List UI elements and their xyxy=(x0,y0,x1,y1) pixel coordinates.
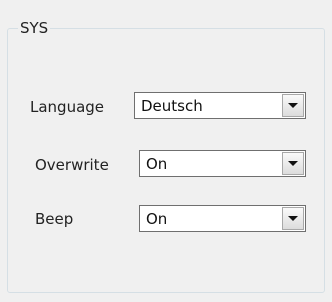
beep-label: Beep xyxy=(35,210,74,228)
beep-dropdown-value: On xyxy=(146,210,168,228)
language-dropdown-value: Deutsch xyxy=(141,97,203,115)
language-label: Language xyxy=(30,98,105,116)
overwrite-label: Overwrite xyxy=(35,156,109,174)
language-dropdown[interactable]: Deutsch xyxy=(134,92,306,119)
beep-dropdown-button[interactable] xyxy=(282,207,304,230)
overwrite-dropdown[interactable]: On xyxy=(139,150,306,177)
chevron-down-icon xyxy=(288,216,298,221)
beep-dropdown[interactable]: On xyxy=(139,205,306,232)
overwrite-dropdown-value: On xyxy=(146,155,168,173)
chevron-down-icon xyxy=(288,103,298,108)
chevron-down-icon xyxy=(288,161,298,166)
language-dropdown-button[interactable] xyxy=(282,94,304,117)
overwrite-dropdown-button[interactable] xyxy=(282,152,304,175)
sys-group-title: SYS xyxy=(18,19,51,37)
